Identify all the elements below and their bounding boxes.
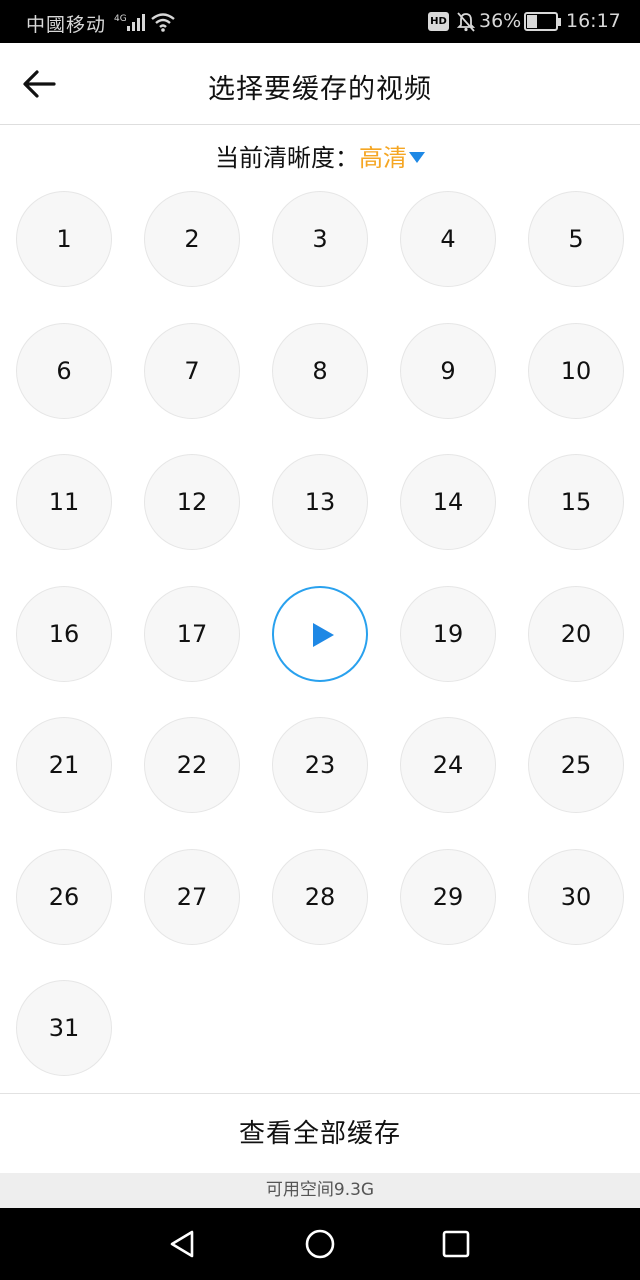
episode-button[interactable]: 2 <box>144 191 240 287</box>
episode-button[interactable]: 31 <box>16 980 112 1076</box>
hd-icon: HD <box>428 12 449 31</box>
page-title: 选择要缓存的视频 <box>208 74 432 105</box>
episode-button[interactable]: 14 <box>400 454 496 550</box>
carrier-label: 中國移动 <box>26 14 107 36</box>
episode-button[interactable]: 11 <box>16 454 112 550</box>
recents-square-icon[interactable] <box>438 1226 474 1262</box>
status-bar: 中國移动 4G HD 36% 16:17 <box>0 0 640 43</box>
episode-button[interactable]: 29 <box>400 849 496 945</box>
wifi-icon <box>151 13 175 32</box>
episode-button[interactable]: 13 <box>272 454 368 550</box>
clock: 16:17 <box>566 10 621 32</box>
mute-bell-icon <box>456 12 476 32</box>
episode-button[interactable]: 6 <box>16 323 112 419</box>
episode-button[interactable]: 21 <box>16 717 112 813</box>
episode-button[interactable]: 16 <box>16 586 112 682</box>
episode-grid: 1 2 3 4 5 6 7 8 9 10 11 12 13 14 15 16 17 19 20 21 22 23 24 25 2… <box>0 191 640 1087</box>
episode-button[interactable]: 1 <box>16 191 112 287</box>
episode-button[interactable]: 28 <box>272 849 368 945</box>
quality-selector[interactable]: 当前清晰度：高清 <box>0 138 640 173</box>
header: 选择要缓存的视频 <box>0 43 640 125</box>
triangle-down-icon[interactable] <box>409 151 425 163</box>
battery-icon <box>524 12 561 31</box>
view-all-cache-button[interactable]: 查看全部缓存 <box>0 1093 640 1173</box>
episode-button[interactable]: 12 <box>144 454 240 550</box>
episode-button[interactable]: 8 <box>272 323 368 419</box>
available-space-text: 可用空间9.3G <box>0 1173 640 1208</box>
episode-button[interactable]: 4 <box>400 191 496 287</box>
episode-button[interactable]: 5 <box>528 191 624 287</box>
episode-button[interactable]: 10 <box>528 323 624 419</box>
episode-button[interactable]: 20 <box>528 586 624 682</box>
battery-percent: 36% <box>479 10 522 32</box>
system-nav-bar <box>0 1208 640 1280</box>
quality-value[interactable]: 高清 <box>359 144 407 172</box>
svg-text:4G: 4G <box>114 14 127 24</box>
episode-button[interactable]: 26 <box>16 849 112 945</box>
episode-button[interactable]: 30 <box>528 849 624 945</box>
quality-label: 当前清晰度： <box>215 144 359 172</box>
episode-button[interactable]: 17 <box>144 586 240 682</box>
battery-level <box>527 15 537 28</box>
play-icon <box>313 623 334 647</box>
episode-button[interactable]: 22 <box>144 717 240 813</box>
episode-button[interactable]: 15 <box>528 454 624 550</box>
episode-button[interactable]: 23 <box>272 717 368 813</box>
episode-button[interactable]: 9 <box>400 323 496 419</box>
episode-button[interactable]: 27 <box>144 849 240 945</box>
back-triangle-icon[interactable] <box>164 1226 200 1262</box>
episode-button-selected[interactable] <box>272 586 368 682</box>
episode-button[interactable]: 19 <box>400 586 496 682</box>
episode-button[interactable]: 24 <box>400 717 496 813</box>
episode-button[interactable]: 25 <box>528 717 624 813</box>
signal-icon: 4G <box>114 14 145 31</box>
home-circle-icon[interactable] <box>302 1226 338 1262</box>
episode-button[interactable]: 7 <box>144 323 240 419</box>
episode-button[interactable]: 3 <box>272 191 368 287</box>
